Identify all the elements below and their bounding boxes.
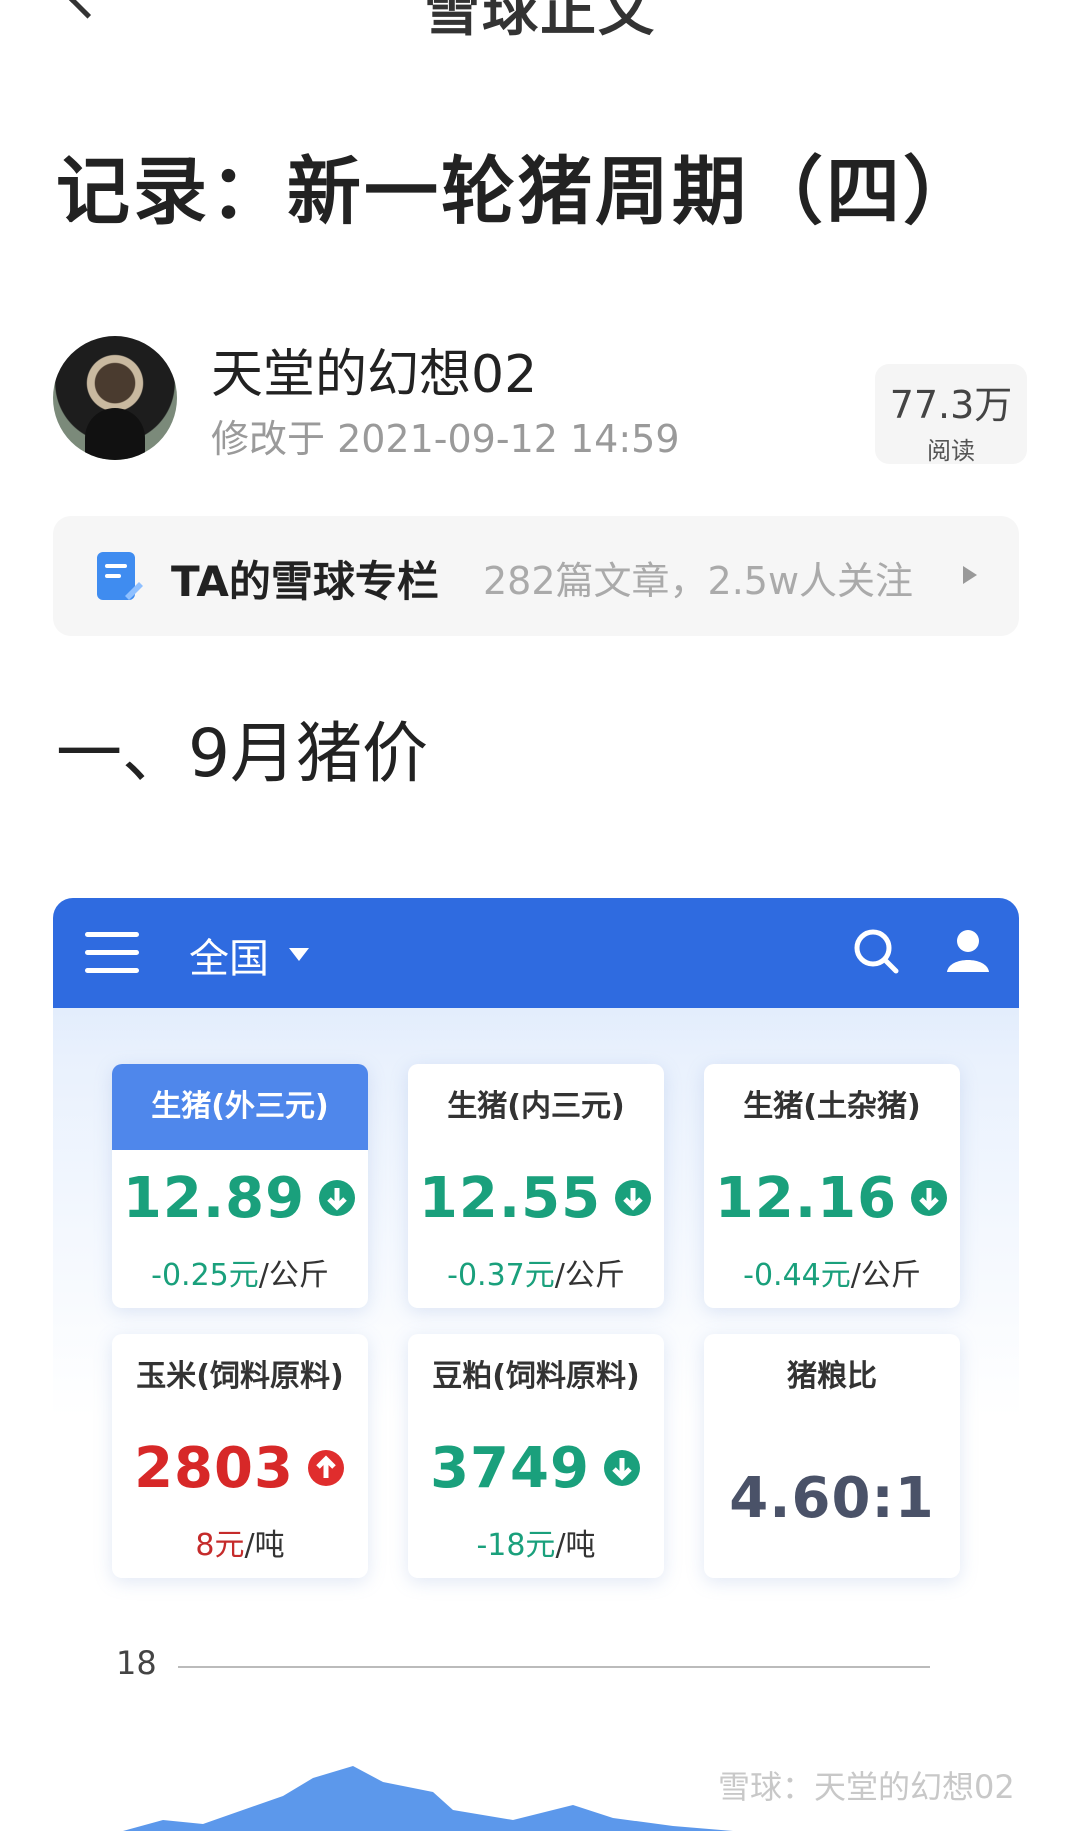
nav-title: 雪球正文 — [424, 0, 656, 44]
price-card-soymeal[interactable]: 豆粕(饲料原料) 3749 -18元/吨 — [408, 1334, 664, 1578]
price-card-hog-grain-ratio[interactable]: 猪粮比 4.60:1 — [704, 1334, 960, 1578]
card-price: 12.16 — [714, 1165, 898, 1231]
card-unit: /公斤 — [258, 1258, 329, 1293]
card-unit: /公斤 — [554, 1258, 625, 1293]
card-price: 4.60:1 — [729, 1465, 935, 1531]
region-selector[interactable]: 全国 — [189, 926, 269, 984]
author-avatar[interactable] — [53, 336, 177, 460]
card-unit: /吨 — [244, 1528, 285, 1563]
price-card-hog-inner[interactable]: 生猪(内三元) 12.55 -0.37元/公斤 — [408, 1064, 664, 1308]
document-icon — [97, 552, 143, 600]
caret-down-icon[interactable] — [289, 948, 309, 961]
chevron-right-icon — [963, 566, 977, 584]
read-count-badge: 77.3万 阅读 — [875, 364, 1027, 465]
column-stats: 282篇文章，2.5w人关注 — [483, 559, 914, 603]
price-card-hog-local[interactable]: 生猪(土杂猪) 12.16 -0.44元/公斤 — [704, 1064, 960, 1308]
card-change: -0.37元 — [447, 1258, 555, 1293]
card-label: 豆粕(饲料原料) — [432, 1359, 640, 1394]
down-arrow-icon — [319, 1180, 356, 1216]
down-arrow-icon — [911, 1180, 948, 1216]
read-label: 阅读 — [927, 437, 975, 465]
modified-time: 修改于 2021-09-12 14:59 — [211, 417, 680, 461]
card-label: 玉米(饲料原料) — [136, 1359, 344, 1394]
price-card-corn[interactable]: 玉米(饲料原料) 2803 8元/吨 — [112, 1334, 368, 1578]
card-change: -0.25元 — [151, 1258, 259, 1293]
card-price: 2803 — [134, 1435, 294, 1501]
card-price: 3749 — [430, 1435, 590, 1501]
watermark: 雪球：天堂的幻想02 — [718, 1768, 1015, 1806]
card-label: 生猪(土杂猪) — [743, 1089, 921, 1124]
search-icon[interactable] — [853, 928, 899, 974]
section-heading: 一、9月猪价 — [56, 715, 428, 792]
card-change: -0.44元 — [743, 1258, 851, 1293]
card-change: -18元 — [476, 1528, 556, 1563]
price-card-hog-outer[interactable]: 生猪(外三元) 12.89 -0.25元/公斤 — [112, 1064, 368, 1308]
author-column-link[interactable]: TA的雪球专栏 282篇文章，2.5w人关注 — [53, 516, 1019, 636]
card-label: 猪粮比 — [787, 1359, 877, 1394]
up-arrow-icon — [307, 1450, 344, 1486]
card-price: 12.89 — [122, 1165, 306, 1231]
down-arrow-icon — [603, 1450, 640, 1486]
column-title: TA的雪球专栏 — [171, 557, 439, 606]
embedded-app-screenshot: 全国 生猪(外三元) 12.89 -0.25元/公斤 生猪(内三元) 12.55… — [53, 898, 1019, 1831]
card-label: 生猪(内三元) — [447, 1089, 625, 1124]
app-header: 全国 — [53, 898, 1019, 1008]
menu-icon[interactable] — [85, 932, 139, 974]
card-label: 生猪(外三元) — [112, 1064, 368, 1150]
article-title: 记录：新一轮猪周期（四） — [56, 149, 980, 235]
down-arrow-icon — [615, 1180, 652, 1216]
user-icon[interactable] — [945, 928, 991, 974]
card-price: 12.55 — [418, 1165, 602, 1231]
chart-y-tick: 18 — [116, 1644, 157, 1682]
author-row: 天堂的幻想02 修改于 2021-09-12 14:59 77.3万 阅读 — [53, 336, 1027, 465]
read-count: 77.3万 — [889, 383, 1013, 427]
author-name[interactable]: 天堂的幻想02 — [211, 332, 537, 407]
card-unit: /吨 — [555, 1528, 596, 1563]
chart-gridline — [178, 1666, 930, 1668]
card-unit: /公斤 — [850, 1258, 921, 1293]
card-change: 8元 — [195, 1528, 245, 1563]
